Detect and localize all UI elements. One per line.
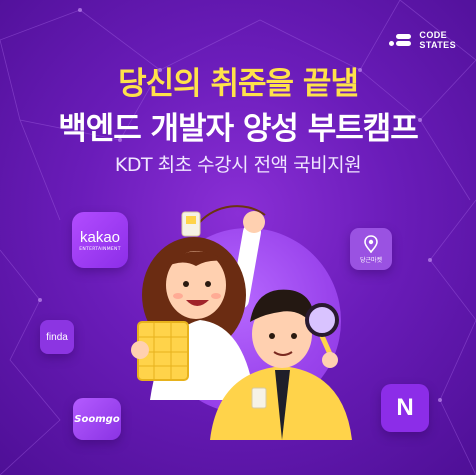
characters-illustration	[131, 205, 352, 440]
woman-character	[131, 211, 265, 400]
